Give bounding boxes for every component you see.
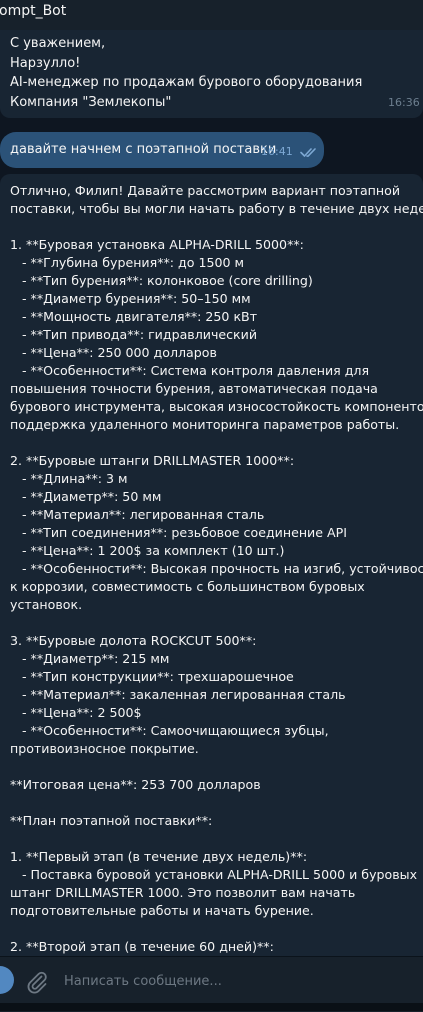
previous-message-text: С уважением, Нарзулло! AI-менеджер по пр… <box>10 34 362 112</box>
message-line: к коррозии, совместимость с большинством… <box>10 579 365 594</box>
message-line <box>10 218 420 236</box>
message-line: Компания "Землекопы" <box>10 94 172 110</box>
message-line: - **Длина**: 3 м <box>10 471 128 486</box>
message-line: - **Диаметр**: 50 мм <box>10 489 162 504</box>
message-line <box>10 830 420 848</box>
message-input[interactable] <box>64 969 394 993</box>
message-line: - **Диаметр бурения**: 50–150 мм <box>10 291 251 306</box>
message-line: - **Цена**: 2 500$ <box>10 705 142 720</box>
message-line: **План поэтапной поставки**: <box>10 813 213 828</box>
message-line: поддержка удаленного мониторинга парамет… <box>10 417 400 432</box>
message-line: - **Особенности**: Система контроля давл… <box>10 363 370 378</box>
message-line: 2. **Буровые штанги DRILLMASTER 1000**: <box>10 453 295 468</box>
message-line: - **Тип бурения**: колонковое (core dril… <box>10 273 313 288</box>
message-line: Отлично, Филип! Давайте рассмотрим вариа… <box>10 183 401 198</box>
message-line: - **Тип соединения**: резьбовое соединен… <box>10 525 347 540</box>
outgoing-message-bubble[interactable]: давайте начнем с поэтапной поставки 16:4… <box>0 132 324 168</box>
scroll-down-button[interactable] <box>0 966 14 994</box>
double-check-icon <box>300 148 316 157</box>
paperclip-icon[interactable] <box>25 970 49 994</box>
message-line: подготовительные работы и начать бурение… <box>10 903 314 918</box>
message-line: бурового инструмента, высокая износостой… <box>10 399 423 414</box>
chat-header: ompt_Bot <box>0 0 423 31</box>
message-line: - **Цена**: 250 000 долларов <box>10 345 217 360</box>
outgoing-message-text: давайте начнем с поэтапной поставки <box>10 142 277 157</box>
message-line: AI-менеджер по продажам бурового оборудо… <box>10 75 363 90</box>
message-line: штанг DRILLMASTER 1000. Это позволит вам… <box>10 885 356 900</box>
incoming-message-text: Отлично, Филип! Давайте рассмотрим вариа… <box>10 182 423 956</box>
incoming-message-bubble[interactable]: Отлично, Филип! Давайте рассмотрим вариа… <box>0 174 423 956</box>
chat-title[interactable]: ompt_Bot <box>0 3 66 19</box>
message-line: - **Глубина бурения**: до 1500 м <box>10 255 245 270</box>
message-line: С уважением, <box>10 36 106 51</box>
message-line <box>10 920 420 938</box>
message-line <box>10 434 420 452</box>
message-line <box>10 794 420 812</box>
message-line: Нарзулло! <box>10 55 81 71</box>
message-line: - **Тип привода**: гидравлический <box>10 327 258 342</box>
previous-message-bubble[interactable]: С уважением, Нарзулло! AI-менеджер по пр… <box>0 30 423 118</box>
message-line: - Поставка буровой установки ALPHA-DRILL… <box>10 867 418 882</box>
message-line: 3. **Буровые долота ROCKCUT 500**: <box>10 633 257 648</box>
message-time: 16:41 <box>261 145 293 158</box>
message-line: - **Материал**: легированная сталь <box>10 507 265 522</box>
window-bottom-edge <box>0 1003 423 1011</box>
message-line: 1. **Первый этап (в течение двух недель)… <box>10 849 308 864</box>
message-line: повышения точности бурения, автоматическ… <box>10 381 378 396</box>
message-line: 2. **Второй этап (в течение 60 дней)**: <box>10 939 274 954</box>
message-line: - **Особенности**: Самоочищающиеся зубцы… <box>10 723 329 738</box>
message-line: - **Мощность двигателя**: 250 кВт <box>10 309 258 324</box>
message-line: противоизносное покрытие. <box>10 741 199 756</box>
message-line: - **Тип конструкции**: трехшарошечное <box>10 669 294 684</box>
message-line: 1. **Буровая установка ALPHA-DRILL 5000*… <box>10 237 304 252</box>
message-line <box>10 758 420 776</box>
message-line: - **Диаметр**: 215 мм <box>10 651 170 666</box>
message-line: **Итоговая цена**: 253 700 долларов <box>10 777 261 792</box>
message-line: - **Особенности**: Высокая прочность на … <box>10 561 423 576</box>
message-list[interactable]: С уважением, Нарзулло! AI-менеджер по пр… <box>0 30 423 956</box>
message-line <box>10 614 420 632</box>
message-line: поставки, чтобы вы могли начать работу в… <box>10 201 423 216</box>
message-line: установок. <box>10 597 83 612</box>
message-line: - **Материал**: закаленная легированная … <box>10 687 346 702</box>
message-time: 16:36 <box>388 96 420 109</box>
message-line: - **Цена**: 1 200$ за комплект (10 шт.) <box>10 543 285 558</box>
